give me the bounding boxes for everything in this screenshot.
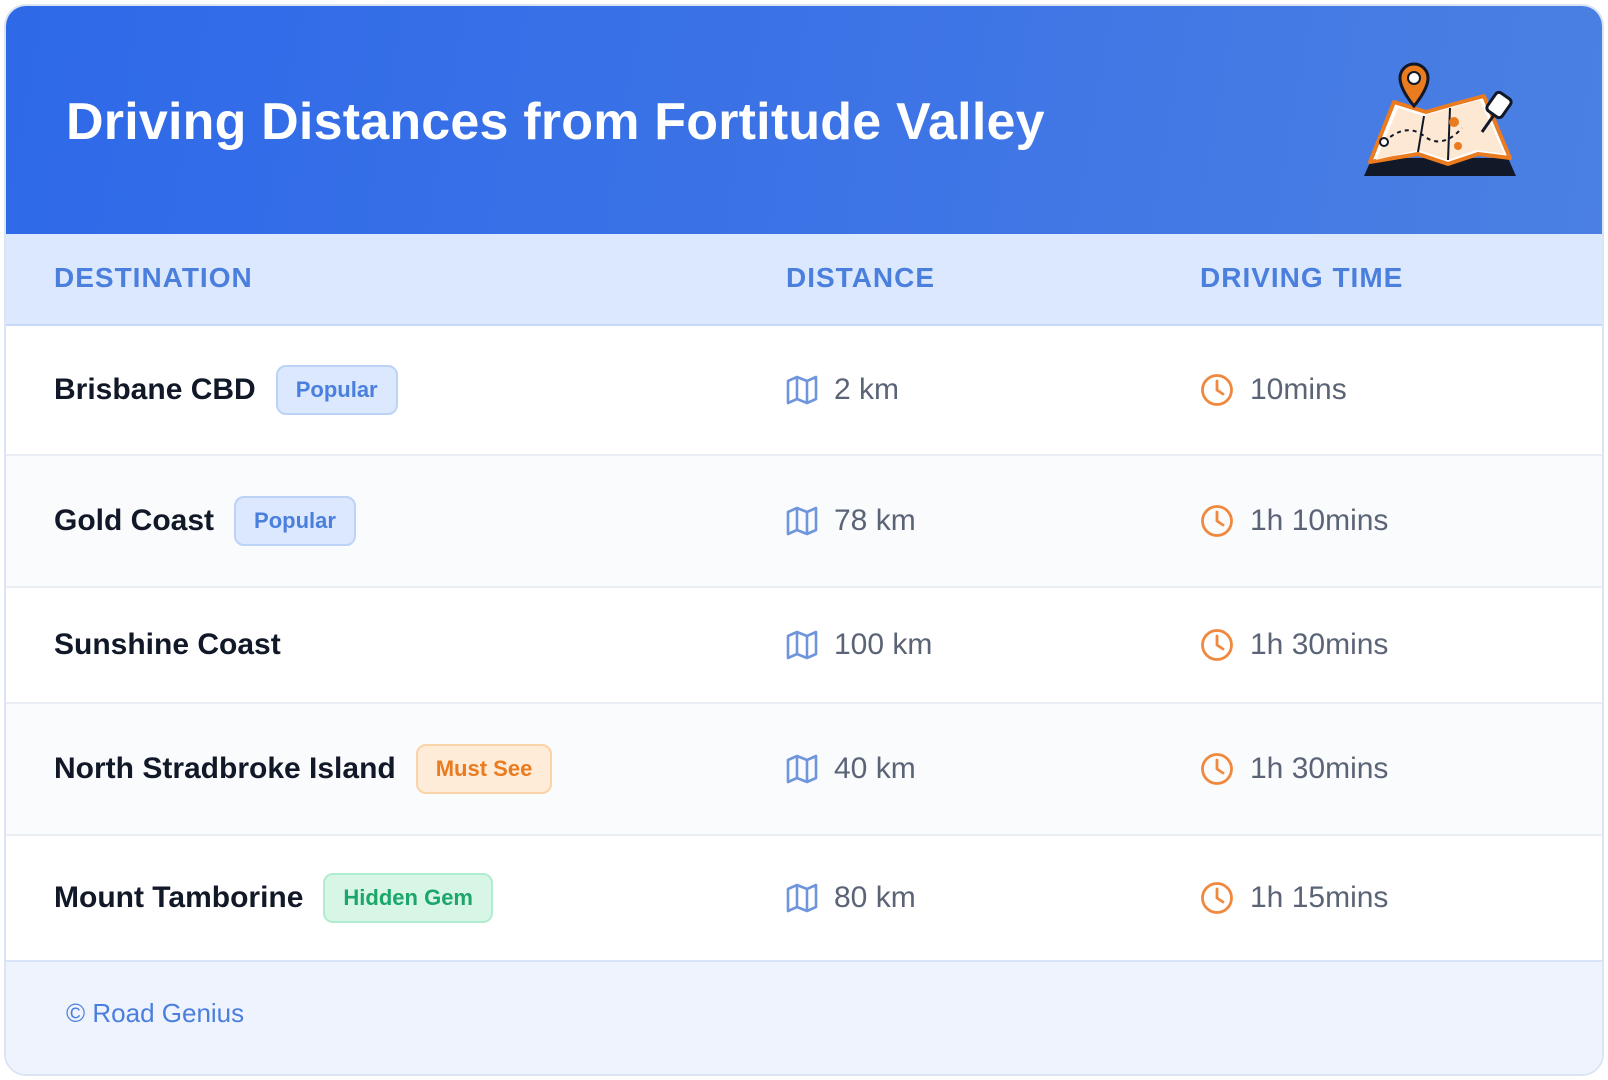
card-footer: © Road Genius: [6, 960, 1602, 1074]
distance-value: 80 km: [834, 881, 916, 914]
clock-icon: [1200, 504, 1234, 538]
clock-icon: [1200, 373, 1234, 407]
clock-icon: [1200, 752, 1234, 786]
map-pin-illustration: [1364, 62, 1516, 176]
driving-time-value: 1h 10mins: [1250, 504, 1389, 537]
table-row: Brisbane CBD Popular 2 km 10mins: [6, 326, 1602, 456]
destination-name: Gold Coast: [54, 504, 215, 537]
column-header-distance: DISTANCE: [786, 262, 936, 293]
column-header-destination: DESTINATION: [54, 262, 253, 293]
popular-badge: Popular: [275, 365, 398, 415]
driving-time-value: 10mins: [1250, 373, 1347, 406]
distance-value: 40 km: [834, 752, 916, 785]
clock-icon: [1200, 881, 1234, 915]
popular-badge: Popular: [234, 496, 356, 546]
table-row: North Stradbroke Island Must See 40 km 1…: [6, 704, 1602, 836]
map-icon: [786, 630, 818, 660]
destination-name: Sunshine Coast: [54, 628, 281, 661]
driving-time-value: 1h 30mins: [1250, 752, 1389, 785]
distance-card: Driving Distances from Fortitude Valley …: [4, 4, 1604, 1076]
must-see-badge: Must See: [415, 744, 553, 794]
driving-time-value: 1h 15mins: [1250, 881, 1389, 914]
destination-name: North Stradbroke Island: [54, 752, 396, 785]
driving-time-value: 1h 30mins: [1250, 628, 1389, 661]
distance-value: 2 km: [834, 373, 900, 406]
footer-credit: © Road Genius: [66, 998, 245, 1028]
distance-value: 100 km: [834, 628, 933, 661]
card-header: Driving Distances from Fortitude Valley: [6, 6, 1602, 234]
distance-value: 78 km: [834, 504, 916, 537]
column-header-driving-time: DRIVING TIME: [1200, 262, 1404, 293]
table-row: Mount Tamborine Hidden Gem 80 km 1h 15mi…: [6, 836, 1602, 960]
map-icon: [786, 883, 818, 913]
hidden-gem-badge: Hidden Gem: [323, 873, 493, 923]
table-row: Gold Coast Popular 78 km 1h 10mins: [6, 456, 1602, 588]
page-title: Driving Distances from Fortitude Valley: [66, 93, 1045, 151]
map-icon: [786, 754, 818, 784]
table-row: Sunshine Coast 100 km 1h 30mins: [6, 588, 1602, 704]
table-header: DESTINATION DISTANCE DRIVING TIME: [6, 234, 1602, 326]
map-icon: [786, 375, 818, 405]
map-icon: [786, 506, 818, 536]
clock-icon: [1200, 628, 1234, 662]
destination-name: Mount Tamborine: [54, 881, 304, 914]
destination-name: Brisbane CBD: [54, 373, 256, 406]
